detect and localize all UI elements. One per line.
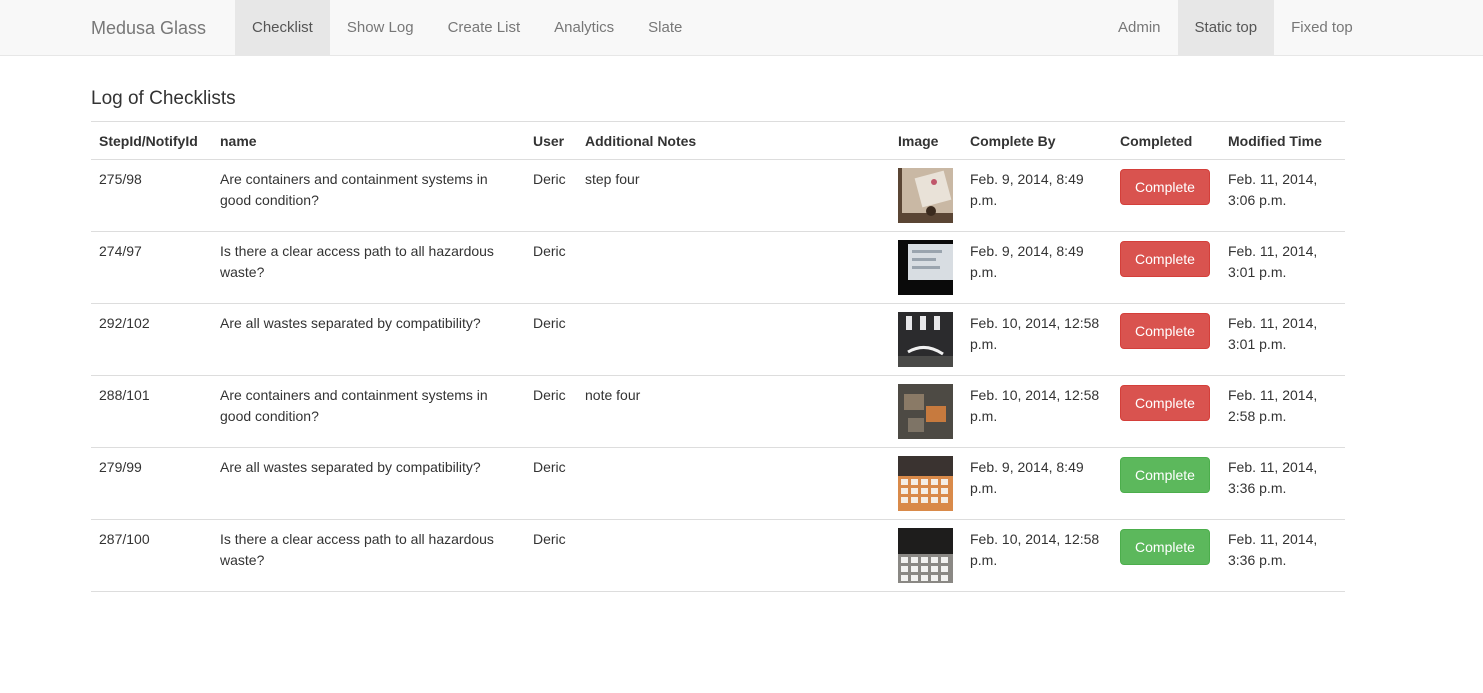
table-row: 292/102 Are all wastes separated by comp…	[91, 303, 1345, 376]
header-name: name	[212, 121, 525, 160]
top-navbar: Medusa Glass Checklist Show Log Create L…	[0, 0, 1483, 56]
cell-completed: Complete	[1112, 375, 1220, 448]
thumbnail-image[interactable]	[898, 240, 953, 295]
nav-item-slate[interactable]: Slate	[631, 0, 699, 56]
cell-user: Deric	[525, 375, 577, 448]
checklist-log-table: StepId/NotifyId name User Additional Not…	[91, 121, 1345, 592]
cell-notes: note four	[577, 375, 890, 448]
cell-notes	[577, 231, 890, 304]
thumbnail-image[interactable]	[898, 312, 953, 367]
cell-image	[890, 303, 962, 376]
table-row: 274/97 Is there a clear access path to a…	[91, 231, 1345, 304]
cell-complete-by: Feb. 9, 2014, 8:49 p.m.	[962, 231, 1112, 304]
cell-complete-by: Feb. 9, 2014, 8:49 p.m.	[962, 447, 1112, 520]
header-complete-by: Complete By	[962, 121, 1112, 160]
nav-item-analytics[interactable]: Analytics	[537, 0, 631, 56]
cell-id: 279/99	[91, 447, 212, 520]
cell-id: 292/102	[91, 303, 212, 376]
nav-item-fixed-top[interactable]: Fixed top	[1274, 0, 1370, 56]
thumbnail-image[interactable]	[898, 168, 953, 223]
cell-notes	[577, 519, 890, 592]
thumbnail-image[interactable]	[898, 528, 953, 583]
cell-modified: Feb. 11, 2014, 3:01 p.m.	[1220, 231, 1345, 304]
table-row: 287/100 Is there a clear access path to …	[91, 519, 1345, 592]
page-title: Log of Checklists	[91, 88, 236, 109]
cell-name: Is there a clear access path to all haza…	[212, 231, 525, 304]
table-header-row: StepId/NotifyId name User Additional Not…	[91, 121, 1345, 160]
cell-completed: Complete	[1112, 519, 1220, 592]
cell-user: Deric	[525, 231, 577, 304]
header-modified: Modified Time	[1220, 121, 1345, 160]
cell-complete-by: Feb. 10, 2014, 12:58 p.m.	[962, 375, 1112, 448]
complete-button[interactable]: Complete	[1120, 457, 1210, 493]
header-stepid: StepId/NotifyId	[91, 121, 212, 160]
cell-notes: step four	[585, 171, 640, 187]
complete-button[interactable]: Complete	[1120, 169, 1210, 205]
cell-image	[890, 160, 962, 232]
table-row: 275/98 Are containers and containment sy…	[91, 160, 1345, 232]
cell-complete-by: Feb. 9, 2014, 8:49 p.m.	[970, 171, 1084, 208]
nav-item-admin[interactable]: Admin	[1101, 0, 1178, 56]
complete-button[interactable]: Complete	[1120, 385, 1210, 421]
brand-link[interactable]: Medusa Glass	[91, 0, 206, 56]
cell-user: Deric	[525, 519, 577, 592]
cell-notes	[577, 303, 890, 376]
cell-image	[890, 375, 962, 448]
cell-completed: Complete	[1112, 303, 1220, 376]
cell-image	[890, 519, 962, 592]
nav-item-show-log[interactable]: Show Log	[330, 0, 431, 56]
cell-complete-by: Feb. 10, 2014, 12:58 p.m.	[962, 519, 1112, 592]
header-image: Image	[890, 121, 962, 160]
header-user: User	[525, 121, 577, 160]
thumbnail-image[interactable]	[898, 456, 953, 511]
cell-modified: Feb. 11, 2014, 2:58 p.m.	[1220, 375, 1345, 448]
cell-name: Are containers and containment systems i…	[212, 375, 525, 448]
thumbnail-image[interactable]	[898, 384, 953, 439]
nav-item-checklist[interactable]: Checklist	[235, 0, 330, 56]
cell-completed: Complete	[1112, 447, 1220, 520]
nav-item-create-list[interactable]: Create List	[431, 0, 538, 56]
nav-right: Admin Static top Fixed top	[1101, 0, 1370, 56]
cell-id: 275/98	[99, 171, 142, 187]
cell-complete-by: Feb. 10, 2014, 12:58 p.m.	[962, 303, 1112, 376]
cell-user: Deric	[533, 171, 566, 187]
cell-notes	[577, 447, 890, 520]
nav-item-static-top[interactable]: Static top	[1177, 0, 1275, 56]
cell-user: Deric	[525, 447, 577, 520]
complete-button[interactable]: Complete	[1120, 241, 1210, 277]
cell-modified: Feb. 11, 2014, 3:06 p.m.	[1228, 171, 1318, 208]
cell-completed: Complete	[1112, 160, 1220, 232]
header-completed: Completed	[1112, 121, 1220, 160]
cell-modified: Feb. 11, 2014, 3:01 p.m.	[1220, 303, 1345, 376]
cell-name: Are all wastes separated by compatibilit…	[212, 303, 525, 376]
cell-name: Are containers and containment systems i…	[220, 171, 488, 208]
header-notes: Additional Notes	[577, 121, 890, 160]
main-content: Log of Checklists StepId/NotifyId name U…	[91, 56, 1345, 592]
cell-modified: Feb. 11, 2014, 3:36 p.m.	[1220, 447, 1345, 520]
cell-modified: Feb. 11, 2014, 3:36 p.m.	[1220, 519, 1345, 592]
complete-button[interactable]: Complete	[1120, 529, 1210, 565]
cell-id: 287/100	[91, 519, 212, 592]
cell-id: 274/97	[91, 231, 212, 304]
cell-image	[890, 447, 962, 520]
cell-image	[890, 231, 962, 304]
cell-id: 288/101	[91, 375, 212, 448]
cell-completed: Complete	[1112, 231, 1220, 304]
cell-user: Deric	[525, 303, 577, 376]
cell-name: Is there a clear access path to all haza…	[212, 519, 525, 592]
complete-button[interactable]: Complete	[1120, 313, 1210, 349]
cell-name: Are all wastes separated by compatibilit…	[212, 447, 525, 520]
table-row: 288/101 Are containers and containment s…	[91, 375, 1345, 448]
nav-left: Checklist Show Log Create List Analytics…	[235, 0, 699, 56]
table-row: 279/99 Are all wastes separated by compa…	[91, 447, 1345, 520]
